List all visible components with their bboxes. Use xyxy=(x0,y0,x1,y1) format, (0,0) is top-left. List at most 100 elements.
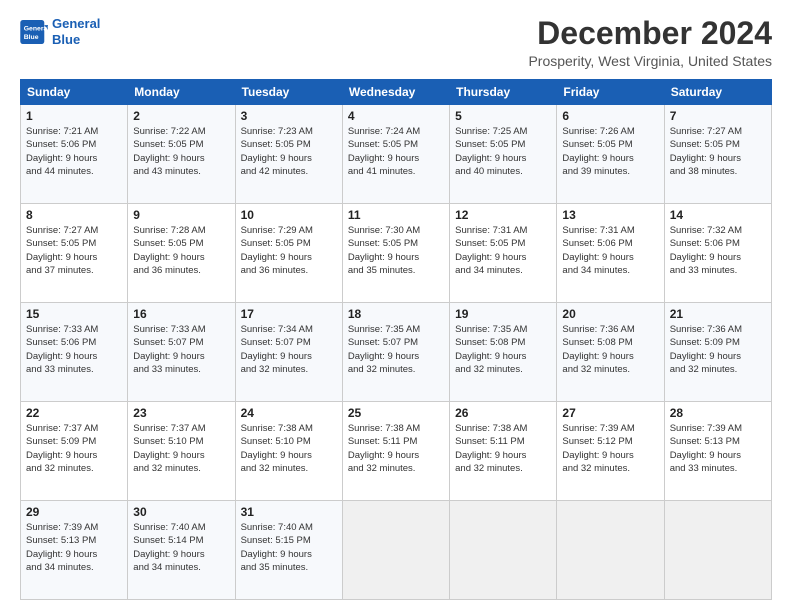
table-row: 9 Sunrise: 7:28 AM Sunset: 5:05 PM Daylig… xyxy=(128,204,235,303)
table-row: 5 Sunrise: 7:25 AM Sunset: 5:05 PM Daylig… xyxy=(450,105,557,204)
day-detail: Sunrise: 7:29 AM Sunset: 5:05 PM Dayligh… xyxy=(241,224,337,277)
day-detail: Sunrise: 7:27 AM Sunset: 5:05 PM Dayligh… xyxy=(670,125,766,178)
table-row xyxy=(664,501,771,600)
day-detail: Sunrise: 7:26 AM Sunset: 5:05 PM Dayligh… xyxy=(562,125,658,178)
table-row: 22 Sunrise: 7:37 AM Sunset: 5:09 PM Dayli… xyxy=(21,402,128,501)
day-detail: Sunrise: 7:39 AM Sunset: 5:12 PM Dayligh… xyxy=(562,422,658,475)
day-detail: Sunrise: 7:22 AM Sunset: 5:05 PM Dayligh… xyxy=(133,125,229,178)
day-number: 23 xyxy=(133,406,229,420)
logo-text-blue: Blue xyxy=(52,32,100,48)
day-number: 7 xyxy=(670,109,766,123)
day-number: 31 xyxy=(241,505,337,519)
day-number: 6 xyxy=(562,109,658,123)
day-detail: Sunrise: 7:32 AM Sunset: 5:06 PM Dayligh… xyxy=(670,224,766,277)
day-detail: Sunrise: 7:38 AM Sunset: 5:11 PM Dayligh… xyxy=(455,422,551,475)
table-row: 7 Sunrise: 7:27 AM Sunset: 5:05 PM Daylig… xyxy=(664,105,771,204)
day-detail: Sunrise: 7:23 AM Sunset: 5:05 PM Dayligh… xyxy=(241,125,337,178)
calendar-table: SundayMondayTuesdayWednesdayThursdayFrid… xyxy=(20,79,772,600)
col-header-sunday: Sunday xyxy=(21,80,128,105)
table-row: 11Sunrise: 7:30 AM Sunset: 5:05 PM Dayli… xyxy=(342,204,449,303)
table-row: 17 Sunrise: 7:34 AM Sunset: 5:07 PM Dayli… xyxy=(235,303,342,402)
day-number: 13 xyxy=(562,208,658,222)
day-detail: Sunrise: 7:31 AM Sunset: 5:06 PM Dayligh… xyxy=(562,224,658,277)
day-number: 30 xyxy=(133,505,229,519)
day-detail: Sunrise: 7:39 AM Sunset: 5:13 PM Dayligh… xyxy=(26,521,122,574)
day-detail: Sunrise: 7:40 AM Sunset: 5:14 PM Dayligh… xyxy=(133,521,229,574)
table-row xyxy=(342,501,449,600)
day-detail: Sunrise: 7:38 AM Sunset: 5:11 PM Dayligh… xyxy=(348,422,444,475)
day-number: 26 xyxy=(455,406,551,420)
day-number: 21 xyxy=(670,307,766,321)
table-row: 3 Sunrise: 7:23 AM Sunset: 5:05 PM Daylig… xyxy=(235,105,342,204)
day-detail: Sunrise: 7:33 AM Sunset: 5:07 PM Dayligh… xyxy=(133,323,229,376)
table-row: 24 Sunrise: 7:38 AM Sunset: 5:10 PM Dayli… xyxy=(235,402,342,501)
day-detail: Sunrise: 7:31 AM Sunset: 5:05 PM Dayligh… xyxy=(455,224,551,277)
day-detail: Sunrise: 7:36 AM Sunset: 5:08 PM Dayligh… xyxy=(562,323,658,376)
day-number: 20 xyxy=(562,307,658,321)
table-row: 13 Sunrise: 7:31 AM Sunset: 5:06 PM Dayli… xyxy=(557,204,664,303)
day-number: 18 xyxy=(348,307,444,321)
table-row: 26 Sunrise: 7:38 AM Sunset: 5:11 PM Dayli… xyxy=(450,402,557,501)
day-number: 17 xyxy=(241,307,337,321)
table-row: 18Sunrise: 7:35 AM Sunset: 5:07 PM Dayli… xyxy=(342,303,449,402)
col-header-thursday: Thursday xyxy=(450,80,557,105)
col-header-friday: Friday xyxy=(557,80,664,105)
day-number: 19 xyxy=(455,307,551,321)
day-number: 11 xyxy=(348,208,444,222)
day-number: 24 xyxy=(241,406,337,420)
table-row: 21 Sunrise: 7:36 AM Sunset: 5:09 PM Dayli… xyxy=(664,303,771,402)
table-row: 2 Sunrise: 7:22 AM Sunset: 5:05 PM Daylig… xyxy=(128,105,235,204)
svg-text:Blue: Blue xyxy=(24,33,39,40)
svg-text:General: General xyxy=(24,25,48,32)
day-number: 8 xyxy=(26,208,122,222)
table-row: 23 Sunrise: 7:37 AM Sunset: 5:10 PM Dayli… xyxy=(128,402,235,501)
table-row: 27 Sunrise: 7:39 AM Sunset: 5:12 PM Dayli… xyxy=(557,402,664,501)
table-row: 14 Sunrise: 7:32 AM Sunset: 5:06 PM Dayli… xyxy=(664,204,771,303)
day-number: 14 xyxy=(670,208,766,222)
title-block: December 2024 Prosperity, West Virginia,… xyxy=(528,16,772,69)
table-row: 12 Sunrise: 7:31 AM Sunset: 5:05 PM Dayli… xyxy=(450,204,557,303)
page-header: General Blue General Blue December 2024 … xyxy=(20,16,772,69)
table-row: 6 Sunrise: 7:26 AM Sunset: 5:05 PM Daylig… xyxy=(557,105,664,204)
day-detail: Sunrise: 7:24 AM Sunset: 5:05 PM Dayligh… xyxy=(348,125,444,178)
table-row: 31 Sunrise: 7:40 AM Sunset: 5:15 PM Dayli… xyxy=(235,501,342,600)
day-number: 29 xyxy=(26,505,122,519)
day-number: 1 xyxy=(26,109,122,123)
table-row: 4 Sunrise: 7:24 AM Sunset: 5:05 PM Daylig… xyxy=(342,105,449,204)
col-header-wednesday: Wednesday xyxy=(342,80,449,105)
logo: General Blue General Blue xyxy=(20,16,100,47)
day-detail: Sunrise: 7:25 AM Sunset: 5:05 PM Dayligh… xyxy=(455,125,551,178)
col-header-saturday: Saturday xyxy=(664,80,771,105)
main-title: December 2024 xyxy=(528,16,772,51)
day-number: 16 xyxy=(133,307,229,321)
table-row: 25Sunrise: 7:38 AM Sunset: 5:11 PM Dayli… xyxy=(342,402,449,501)
day-number: 5 xyxy=(455,109,551,123)
day-number: 4 xyxy=(348,109,444,123)
day-number: 27 xyxy=(562,406,658,420)
table-row xyxy=(557,501,664,600)
day-detail: Sunrise: 7:37 AM Sunset: 5:09 PM Dayligh… xyxy=(26,422,122,475)
day-detail: Sunrise: 7:33 AM Sunset: 5:06 PM Dayligh… xyxy=(26,323,122,376)
day-detail: Sunrise: 7:36 AM Sunset: 5:09 PM Dayligh… xyxy=(670,323,766,376)
col-header-tuesday: Tuesday xyxy=(235,80,342,105)
table-row: 1 Sunrise: 7:21 AM Sunset: 5:06 PM Daylig… xyxy=(21,105,128,204)
table-row: 8 Sunrise: 7:27 AM Sunset: 5:05 PM Daylig… xyxy=(21,204,128,303)
day-detail: Sunrise: 7:27 AM Sunset: 5:05 PM Dayligh… xyxy=(26,224,122,277)
day-number: 2 xyxy=(133,109,229,123)
day-number: 12 xyxy=(455,208,551,222)
day-detail: Sunrise: 7:38 AM Sunset: 5:10 PM Dayligh… xyxy=(241,422,337,475)
day-detail: Sunrise: 7:28 AM Sunset: 5:05 PM Dayligh… xyxy=(133,224,229,277)
day-number: 9 xyxy=(133,208,229,222)
table-row: 30 Sunrise: 7:40 AM Sunset: 5:14 PM Dayli… xyxy=(128,501,235,600)
day-number: 10 xyxy=(241,208,337,222)
day-detail: Sunrise: 7:40 AM Sunset: 5:15 PM Dayligh… xyxy=(241,521,337,574)
col-header-monday: Monday xyxy=(128,80,235,105)
day-number: 22 xyxy=(26,406,122,420)
day-detail: Sunrise: 7:37 AM Sunset: 5:10 PM Dayligh… xyxy=(133,422,229,475)
day-detail: Sunrise: 7:34 AM Sunset: 5:07 PM Dayligh… xyxy=(241,323,337,376)
day-number: 3 xyxy=(241,109,337,123)
day-detail: Sunrise: 7:21 AM Sunset: 5:06 PM Dayligh… xyxy=(26,125,122,178)
day-number: 28 xyxy=(670,406,766,420)
table-row: 29 Sunrise: 7:39 AM Sunset: 5:13 PM Dayli… xyxy=(21,501,128,600)
table-row: 20 Sunrise: 7:36 AM Sunset: 5:08 PM Dayli… xyxy=(557,303,664,402)
